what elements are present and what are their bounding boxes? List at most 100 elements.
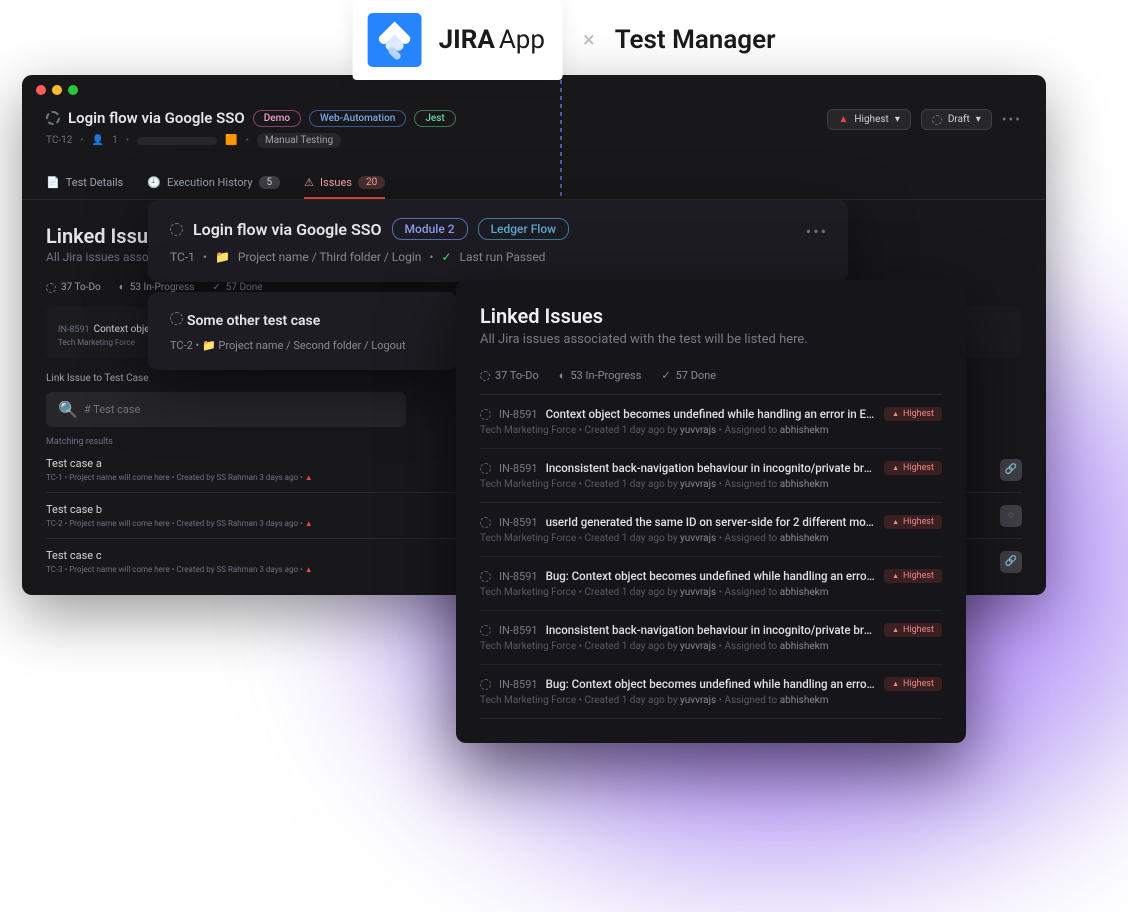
more-options-button[interactable]: •••: [806, 222, 828, 241]
tag-ledger[interactable]: Ledger Flow: [478, 218, 570, 240]
panel-title: Linked Issues: [480, 304, 942, 328]
issue-meta: Tech Marketing Force • Created 1 day ago…: [480, 587, 942, 598]
test-card-1[interactable]: Login flow via Google SSO Module 2 Ledge…: [148, 200, 848, 282]
check-icon: ✓: [661, 369, 670, 382]
people-icon: 👤: [92, 135, 104, 146]
circle-icon: [46, 283, 56, 293]
history-icon: 🕘: [147, 176, 161, 189]
history-count: 5: [259, 176, 281, 189]
app-text: App: [499, 25, 545, 55]
result-action-button[interactable]: ◌: [1000, 505, 1022, 527]
issue-meta: Tech Marketing Force • Created 1 day ago…: [480, 479, 942, 490]
placeholder-bar: [137, 137, 217, 145]
search-icon: 🔍: [58, 400, 78, 419]
priority-label: Highest: [854, 114, 888, 125]
traffic-lights: [36, 85, 78, 95]
circle-icon: [480, 371, 490, 381]
circle-icon: ◐: [119, 282, 125, 293]
result-action-button[interactable]: 🔗: [1000, 551, 1022, 573]
issue-row[interactable]: IN-8591 Inconsistent back-navigation beh…: [480, 611, 942, 665]
maximize-icon[interactable]: [68, 85, 78, 95]
details-icon: 📄: [46, 176, 60, 189]
priority-badge: Highest: [884, 677, 942, 691]
minimize-icon[interactable]: [52, 85, 62, 95]
issue-id: IN-8591: [58, 325, 90, 335]
result-title: Test case b: [46, 503, 313, 516]
stat-todo[interactable]: 37 To-Do: [480, 369, 539, 382]
priority-highest-icon: ▲: [838, 114, 848, 125]
search-input[interactable]: [84, 403, 394, 416]
result-meta: TC-2 • Project name will come here • Cre…: [46, 519, 313, 528]
separator: •: [80, 135, 83, 146]
issue-title: Context object becomes undefined while h…: [546, 407, 876, 421]
status-circle-icon: [170, 223, 183, 236]
jira-brand-text: JIRA: [439, 25, 495, 55]
breadcrumb-path: Project name / Third folder / Login: [238, 250, 422, 264]
stat-progress[interactable]: ◐53 In-Progress: [559, 369, 642, 382]
issue-meta: Tech Marketing Force • Created 1 day ago…: [480, 425, 942, 436]
issue-row[interactable]: IN-8591 Bug: Context object becomes unde…: [480, 557, 942, 611]
chevron-down-icon: ▾: [895, 114, 900, 125]
test-card-2[interactable]: Some other test case TC-2 • 📁 Project na…: [148, 292, 458, 370]
issue-row[interactable]: IN-8591 userId generated the same ID on …: [480, 503, 942, 557]
check-icon: ✓: [441, 250, 451, 264]
tab-test-details[interactable]: 📄 Test Details: [46, 168, 123, 199]
issue-id: IN-8591: [499, 678, 538, 691]
result-action-button[interactable]: 🔗: [1000, 459, 1022, 481]
window-title: Login flow via Google SSO: [68, 109, 245, 127]
tag-module[interactable]: Module 2: [392, 218, 468, 240]
close-icon[interactable]: [36, 85, 46, 95]
stat-todo[interactable]: 37 To-Do: [46, 282, 101, 293]
status-circle-icon: [480, 571, 491, 582]
last-run-status: Last run Passed: [460, 250, 546, 264]
status-dropdown[interactable]: Draft ▾: [921, 109, 992, 130]
tc-id: TC-12: [46, 135, 72, 146]
result-title: Test case a: [46, 457, 313, 470]
tc-id: TC-1: [170, 250, 195, 264]
card-title: Some other test case: [187, 313, 320, 329]
priority-dropdown[interactable]: ▲ Highest ▾: [827, 109, 910, 130]
result-meta: TC-1 • Project name will come here • Cre…: [46, 473, 313, 482]
manual-testing-pill: Manual Testing: [257, 133, 341, 148]
status-circle-icon: [46, 111, 60, 125]
separator: •: [126, 135, 129, 146]
chevron-down-icon: ▾: [976, 114, 981, 125]
search-box[interactable]: 🔍: [46, 392, 406, 427]
warning-icon: ⚠: [304, 176, 314, 189]
tag-jest[interactable]: Jest: [414, 110, 455, 127]
status-label: Draft: [948, 114, 970, 125]
issue-row[interactable]: IN-8591 Inconsistent back-navigation beh…: [480, 449, 942, 503]
result-meta: TC-3 • Project name will come here • Cre…: [46, 565, 313, 574]
tab-execution-history[interactable]: 🕘 Execution History 5: [147, 168, 280, 199]
status-circle-icon: [170, 312, 183, 325]
issues-list: IN-8591 Context object becomes undefined…: [480, 395, 942, 719]
avatar-icon: 🟧: [225, 135, 237, 146]
tab-label: Execution History: [167, 176, 253, 189]
separator: •: [246, 135, 249, 146]
issue-meta: Tech Marketing Force • Created 1 day ago…: [480, 533, 942, 544]
issue-meta: Tech Marketing Force • Created 1 day ago…: [480, 695, 942, 706]
tag-demo[interactable]: Demo: [253, 110, 301, 127]
tab-issues[interactable]: ⚠ Issues 20: [304, 168, 385, 199]
status-circle-icon: [480, 409, 491, 420]
tag-web-automation[interactable]: Web-Automation: [309, 110, 406, 127]
issue-id: IN-8591: [499, 462, 538, 475]
more-options-button[interactable]: •••: [1002, 112, 1022, 128]
result-title: Test case c: [46, 549, 313, 562]
folder-icon: 📁: [215, 250, 230, 264]
issue-row[interactable]: IN-8591 Context object becomes undefined…: [480, 395, 942, 449]
jira-logo-icon: [363, 8, 427, 72]
people-count: 1: [112, 135, 118, 146]
issue-row[interactable]: IN-8591 Bug: Context object becomes unde…: [480, 665, 942, 719]
priority-badge: Highest: [884, 515, 942, 529]
stat-done[interactable]: ✓57 Done: [661, 369, 716, 382]
issue-title: Bug: Context object becomes undefined wh…: [546, 677, 876, 691]
priority-badge: Highest: [884, 623, 942, 637]
separator: •: [429, 250, 433, 264]
panel-subtitle: All Jira issues associated with the test…: [480, 332, 942, 347]
issue-id: IN-8591: [499, 516, 538, 529]
status-circle-icon: [480, 679, 491, 690]
issues-count: 20: [358, 176, 385, 189]
tab-label: Test Details: [66, 176, 124, 189]
priority-badge: Highest: [884, 569, 942, 583]
